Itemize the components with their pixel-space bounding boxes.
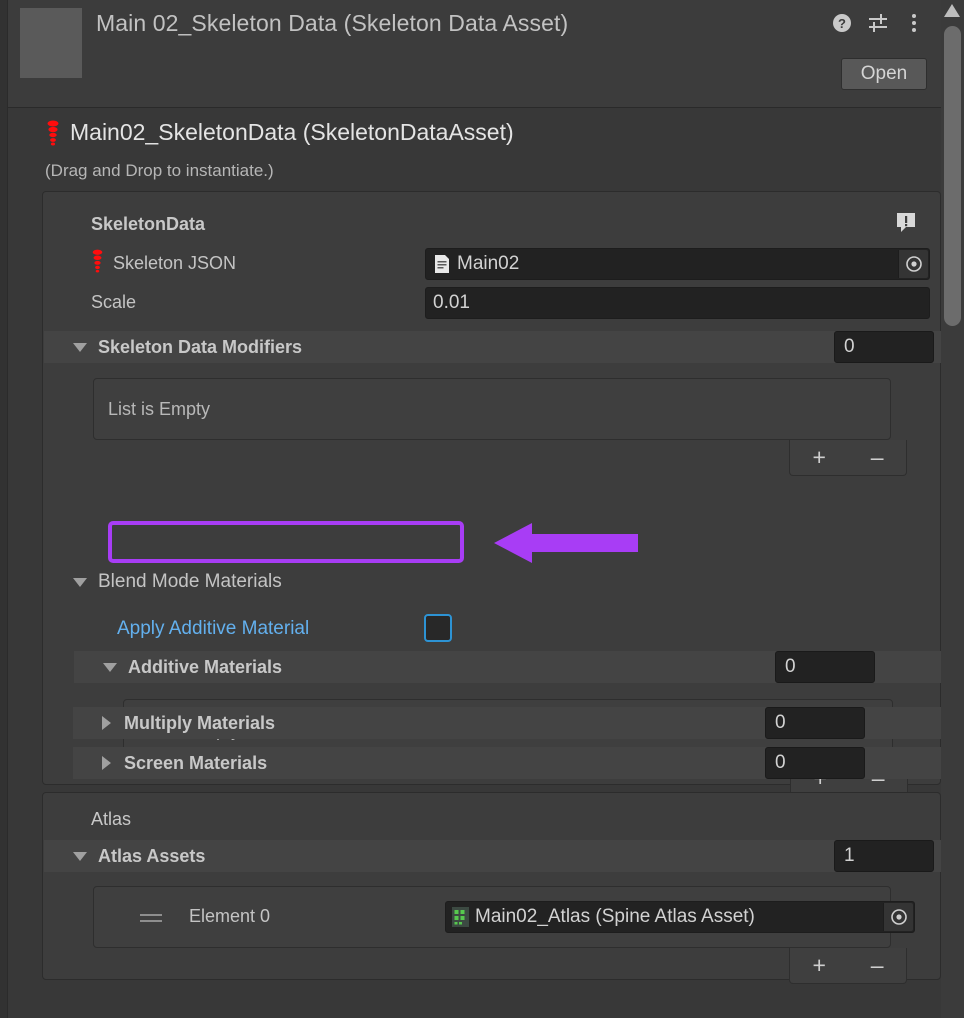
vertical-scrollbar[interactable]	[941, 0, 964, 1018]
scale-input[interactable]: 0.01	[425, 287, 930, 319]
skeleton-json-value: Main02	[457, 253, 520, 274]
atlas-assets-header[interactable]: Atlas Assets	[44, 840, 941, 872]
drag-handle[interactable]	[140, 914, 162, 916]
scrollbar-thumb[interactable]	[944, 26, 961, 326]
screen-materials-count[interactable]: 0	[765, 747, 865, 779]
chevron-down-icon[interactable]	[73, 577, 87, 587]
atlas-asset-value: Main02_Atlas (Spine Atlas Asset)	[475, 906, 755, 927]
skeleton-data-modifiers-label: Skeleton Data Modifiers	[98, 336, 303, 357]
warning-bubble-icon[interactable]	[894, 210, 918, 239]
skeleton-data-modifiers-header[interactable]: Skeleton Data Modifiers	[44, 331, 941, 363]
remove-atlas-asset-button[interactable]: –	[871, 954, 884, 977]
list-empty-text: List is Empty	[108, 398, 211, 419]
page-title: Main 02_Skeleton Data (Skeleton Data Ass…	[96, 10, 569, 36]
skeleton-json-label: Skeleton JSON	[113, 252, 237, 273]
additive-materials-count[interactable]: 0	[775, 651, 875, 683]
atlas-assets-label: Atlas Assets	[98, 845, 206, 866]
add-modifier-button[interactable]: +	[812, 446, 825, 469]
drag-handle[interactable]	[140, 920, 162, 922]
inspector-header: Main 02_Skeleton Data (Skeleton Data Ass…	[8, 0, 941, 108]
text-asset-icon	[433, 254, 451, 274]
atlas-assets-count[interactable]: 1	[834, 840, 934, 872]
help-icon[interactable]: ?	[831, 12, 853, 34]
atlas-section-title: Atlas	[91, 809, 132, 829]
inspector-window: Main 02_Skeleton Data (Skeleton Data Ass…	[0, 0, 964, 1018]
atlas-asset-object-field[interactable]: Main02_Atlas (Spine Atlas Asset)	[445, 901, 915, 933]
screen-materials-label: Screen Materials	[124, 752, 268, 773]
header-icon-group: ?	[831, 12, 925, 34]
skeleton-data-modifiers-list: List is Empty	[93, 378, 891, 440]
open-button[interactable]: Open	[841, 58, 927, 90]
apply-additive-material-label: Apply Additive Material	[117, 618, 310, 639]
add-atlas-asset-button[interactable]: +	[812, 954, 825, 977]
atlas-assets-list-footer: + –	[789, 948, 907, 984]
remove-modifier-button[interactable]: –	[871, 446, 884, 469]
left-arrow-annotation	[490, 522, 640, 569]
apply-additive-material-checkbox[interactable]	[424, 614, 452, 642]
spine-icon	[46, 120, 60, 146]
skeleton-data-section-title: SkeletonData	[91, 214, 206, 234]
inspector-body: Main02_SkeletonData (SkeletonDataAsset) …	[8, 109, 941, 1018]
chevron-down-icon[interactable]	[73, 851, 87, 861]
atlas-texture-icon	[452, 907, 469, 927]
table-row: Element 0 Main02_Atlas (Spine Atlas Asse…	[93, 886, 915, 948]
skeleton-json-object-field[interactable]: Main02	[425, 248, 930, 280]
atlas-panel: Atlas Atlas Assets 1 Element 0 Main02_At…	[42, 792, 941, 984]
object-picker-icon[interactable]	[883, 903, 913, 931]
additive-materials-label: Additive Materials	[128, 656, 283, 677]
spine-icon	[91, 249, 104, 278]
skeleton-data-modifiers-count[interactable]: 0	[834, 331, 934, 363]
multiply-materials-label: Multiply Materials	[124, 712, 276, 733]
asset-preview-thumbnail[interactable]	[20, 8, 82, 78]
blend-mode-materials-label: Blend Mode Materials	[98, 571, 282, 592]
asset-title-row: Main02_SkeletonData (SkeletonDataAsset)	[46, 119, 514, 146]
skeleton-data-panel: SkeletonData Skeleton JSON Main02 Scale …	[42, 191, 941, 797]
element-label: Element 0	[189, 906, 271, 926]
asset-subtitle: (Drag and Drop to instantiate.)	[45, 161, 274, 180]
apply-additive-material-row[interactable]: Apply Additive Material	[117, 610, 477, 648]
asset-title-text: Main02_SkeletonData (SkeletonDataAsset)	[70, 119, 514, 145]
scroll-up-arrow-icon[interactable]	[944, 4, 960, 22]
chevron-down-icon[interactable]	[103, 662, 117, 672]
svg-text:?: ?	[838, 16, 846, 31]
scale-label: Scale	[91, 291, 137, 312]
chevron-down-icon[interactable]	[73, 342, 87, 352]
multiply-materials-count[interactable]: 0	[765, 707, 865, 739]
kebab-menu-icon[interactable]	[903, 12, 925, 34]
blend-mode-materials-header[interactable]: Blend Mode Materials	[73, 567, 573, 597]
preset-settings-icon[interactable]	[867, 12, 889, 34]
skeleton-data-modifiers-list-footer: + –	[789, 440, 907, 476]
object-picker-icon[interactable]	[898, 250, 928, 278]
chevron-right-icon[interactable]	[102, 756, 111, 770]
chevron-right-icon[interactable]	[102, 716, 111, 730]
scale-row: Scale	[91, 286, 391, 318]
